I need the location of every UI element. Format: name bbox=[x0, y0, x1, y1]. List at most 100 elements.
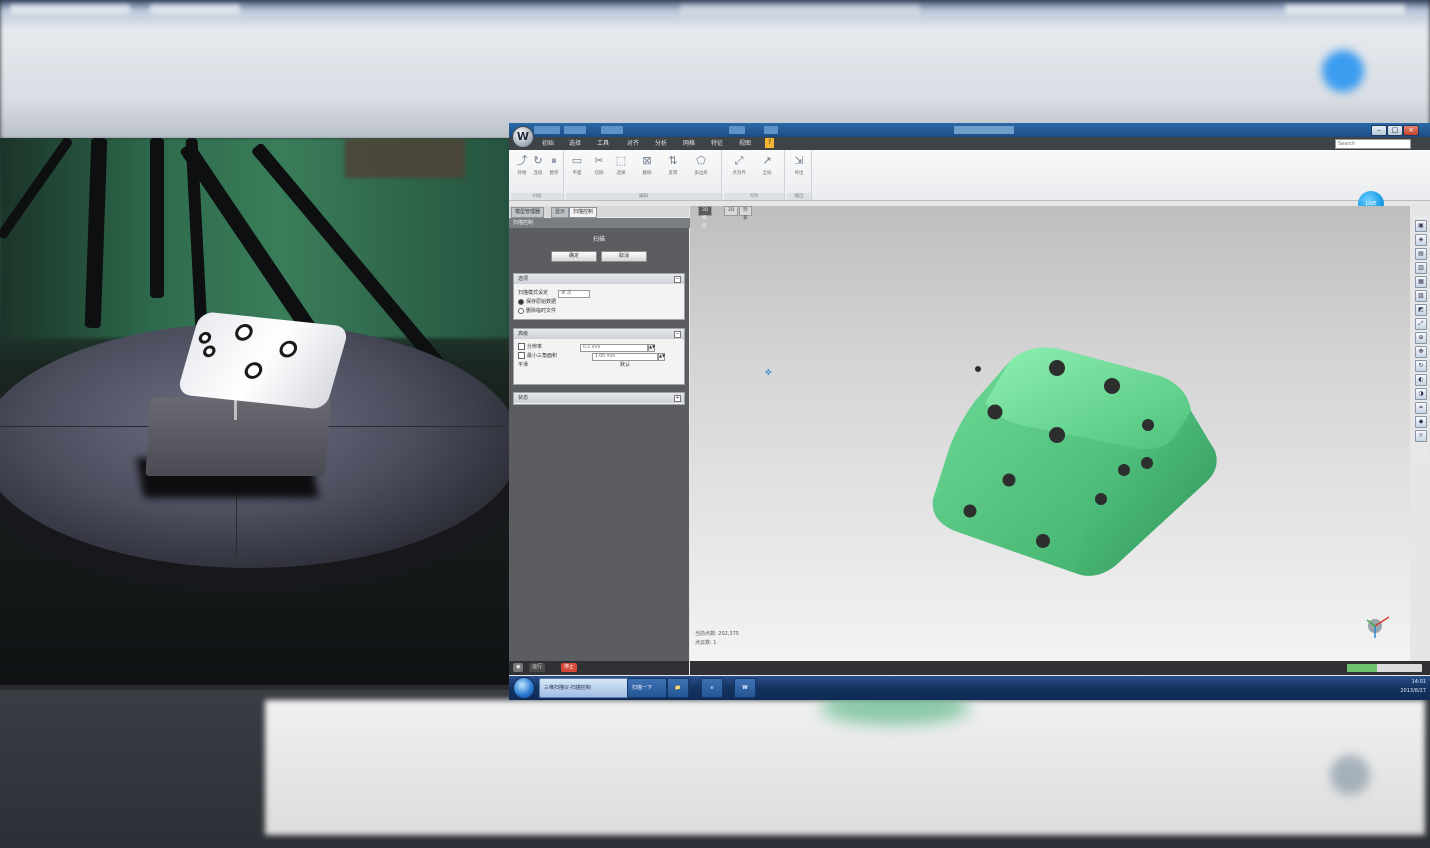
stop-tab[interactable]: 停止 bbox=[561, 663, 578, 672]
ribbon-button[interactable]: ✂ 切除 bbox=[590, 154, 608, 176]
task-app[interactable]: 三维扫描仪-扫描控制 bbox=[539, 678, 629, 698]
top-view-icon[interactable]: ▦ bbox=[1415, 276, 1427, 288]
help-search-input[interactable]: Search bbox=[1335, 139, 1411, 149]
cursor-icon: ✜ bbox=[765, 368, 772, 377]
menu-item[interactable]: 选择 bbox=[566, 139, 584, 149]
ribbon-button[interactable]: ▭ 平面 bbox=[568, 154, 586, 176]
resolution-row: 分辨率 0.2 mm ▲▼ bbox=[514, 343, 684, 352]
front-view-icon[interactable]: ▣ bbox=[1415, 220, 1427, 232]
ribbon-button[interactable]: ⬚ 选择 bbox=[612, 154, 630, 176]
background-desktop-window bbox=[0, 0, 1430, 140]
ribbon-button[interactable]: ⤢ 点对齐 bbox=[730, 154, 748, 176]
ribbon-button[interactable]: ↗ 全局 bbox=[758, 154, 776, 176]
checkbox-icon[interactable] bbox=[518, 343, 525, 350]
menu-item[interactable]: 初始 bbox=[539, 139, 557, 149]
resolution-field[interactable]: 0.2 mm bbox=[580, 344, 648, 352]
rotate-icon[interactable]: ↻ bbox=[1415, 360, 1427, 372]
render-icon[interactable]: ◐ bbox=[1415, 374, 1427, 386]
panel-tabs: 模型管理器 显示 扫描控制 bbox=[509, 206, 689, 218]
section-title: 状态 bbox=[518, 395, 529, 401]
menu-item[interactable]: 对齐 bbox=[624, 139, 642, 149]
status-indicator[interactable]: ● bbox=[513, 663, 524, 672]
axis-gizmo-icon[interactable] bbox=[1364, 611, 1392, 639]
menu-item[interactable]: 工具 bbox=[594, 139, 612, 149]
collapse-icon[interactable]: + bbox=[674, 395, 681, 402]
browser-icon[interactable]: e bbox=[701, 678, 723, 698]
shade-icon[interactable]: ◑ bbox=[1415, 388, 1427, 400]
ribbon: ⤴ 开始 ↻ 连续 ⏸ 暂停 扫描 ▭ 平面 ✂ 切除 ⬚ 选择 ⊠ 删除 ⇅ 反转 ⬠ 多边形 … bbox=[509, 150, 1430, 217]
right-view-icon[interactable]: ▥ bbox=[1415, 262, 1427, 274]
menu-item[interactable]: 特征 bbox=[708, 139, 726, 149]
app-taskbar-icon[interactable]: W bbox=[734, 678, 756, 698]
tab-scan-control[interactable]: 扫描控制 bbox=[569, 207, 598, 218]
fit-icon[interactable]: ⤢ bbox=[1415, 318, 1427, 330]
run-tab[interactable]: 运行 bbox=[529, 663, 546, 672]
menu-item[interactable]: 网格 bbox=[680, 139, 698, 149]
clock-date[interactable]: 2013/8/27 bbox=[1400, 687, 1426, 696]
ribbon-button[interactable]: ⊠ 删除 bbox=[638, 154, 656, 176]
3d-viewport[interactable]: 3D视图 2D 列表 ✜ 当前点数: 202,375 点云数: 1 bbox=[690, 206, 1410, 662]
zoom-icon[interactable]: ⊕ bbox=[1415, 332, 1427, 344]
radio-icon[interactable] bbox=[518, 298, 524, 305]
maximize-button[interactable]: □ bbox=[1387, 125, 1403, 136]
collapse-icon[interactable]: − bbox=[674, 276, 681, 283]
bottom-view-icon[interactable]: ▧ bbox=[1415, 290, 1427, 302]
point-align-icon: ⤢ bbox=[734, 154, 744, 167]
green-die-mesh[interactable] bbox=[915, 341, 1225, 596]
close-button[interactable]: × bbox=[1403, 125, 1419, 136]
color-icon[interactable]: ◆ bbox=[1415, 416, 1427, 428]
tab-3d-view[interactable]: 3D视图 bbox=[698, 206, 713, 229]
point-count-text: 当前点数: 202,375 bbox=[695, 631, 739, 637]
radio-icon[interactable] bbox=[518, 307, 524, 314]
status-bar-right bbox=[690, 661, 1430, 675]
resolution-label: 分辨率 bbox=[527, 344, 543, 350]
radio-row[interactable]: 保存原始数据 bbox=[514, 298, 684, 307]
light-icon[interactable]: ☼ bbox=[1415, 430, 1427, 442]
clock-time[interactable]: 14:01 bbox=[1400, 678, 1426, 687]
app-logo-icon[interactable]: W bbox=[512, 126, 534, 148]
wire-icon[interactable]: ⌗ bbox=[1415, 402, 1427, 414]
tab-list-view[interactable]: 列表 bbox=[739, 206, 752, 221]
tab-model-manager[interactable]: 模型管理器 bbox=[511, 207, 545, 218]
menu-item[interactable]: 视图 bbox=[736, 139, 754, 149]
left-view-icon[interactable]: ▤ bbox=[1415, 248, 1427, 260]
pan-icon[interactable]: ✥ bbox=[1415, 346, 1427, 358]
section-title: 高级 bbox=[518, 331, 529, 337]
collapse-icon[interactable]: − bbox=[674, 331, 681, 338]
ribbon-button[interactable]: ⇅ 反转 bbox=[664, 154, 682, 176]
taskbar: 三维扫描仪-扫描控制 扫描一下 📁 e W 14:01 2013/8/27 bbox=[509, 676, 1430, 700]
scan-pause-icon: ⏸ bbox=[551, 154, 557, 167]
section-title: 选项 bbox=[518, 276, 529, 282]
tab-2d-view[interactable]: 2D bbox=[724, 206, 739, 216]
ribbon-group-label: 对齐 bbox=[749, 194, 759, 199]
ribbon-button[interactable]: ⏸ 暂停 bbox=[545, 154, 563, 176]
menu-item[interactable]: 分析 bbox=[652, 139, 670, 149]
minimize-button[interactable]: – bbox=[1371, 125, 1387, 136]
ok-button[interactable]: 确定 bbox=[551, 251, 597, 262]
ribbon-button[interactable]: ⬠ 多边形 bbox=[692, 154, 710, 176]
spinner-icon[interactable]: ▲▼ bbox=[648, 344, 655, 352]
back-view-icon[interactable]: ◈ bbox=[1415, 234, 1427, 246]
task-scan[interactable]: 扫描一下 bbox=[627, 678, 667, 698]
radio-label: 保存原始数据 bbox=[526, 299, 557, 305]
iso-view-icon[interactable]: ◩ bbox=[1415, 304, 1427, 316]
spinner-icon[interactable]: ▲▼ bbox=[658, 353, 665, 361]
scan-mode-select[interactable]: 单 次 bbox=[558, 290, 590, 298]
plane-icon: ▭ bbox=[571, 154, 583, 167]
radio-row[interactable]: 删除临时文件 bbox=[514, 307, 684, 316]
start-button[interactable] bbox=[513, 677, 535, 699]
system-tray: 14:01 2013/8/27 bbox=[1400, 678, 1426, 696]
smooth-value[interactable]: 默认 bbox=[620, 361, 630, 370]
tab-display[interactable]: 显示 bbox=[551, 207, 570, 218]
min-area-field[interactable]: 1.00 mm bbox=[592, 353, 658, 361]
scan-mode-row: 扫描模式设定 单 次 bbox=[514, 289, 684, 298]
checkbox-icon[interactable] bbox=[518, 352, 525, 359]
folder-icon[interactable]: 📁 bbox=[667, 678, 689, 698]
min-area-label: 最小三角面积 bbox=[527, 353, 558, 359]
ribbon-button[interactable]: ⇲ 导出 bbox=[790, 154, 808, 176]
window-title bbox=[954, 126, 1014, 134]
scan-control-panel: 扫描控制 扫描 确定 取消 选项 − 扫描模式设定 单 次 保存原始数据 删除临时… bbox=[509, 218, 693, 661]
cancel-button[interactable]: 取消 bbox=[601, 251, 647, 262]
ribbon-group-edit: ▭ 平面 ✂ 切除 ⬚ 选择 ⊠ 删除 ⇅ 反转 ⬠ 多边形 编辑 bbox=[566, 150, 722, 200]
menu-item-active[interactable]: ? bbox=[765, 138, 775, 148]
